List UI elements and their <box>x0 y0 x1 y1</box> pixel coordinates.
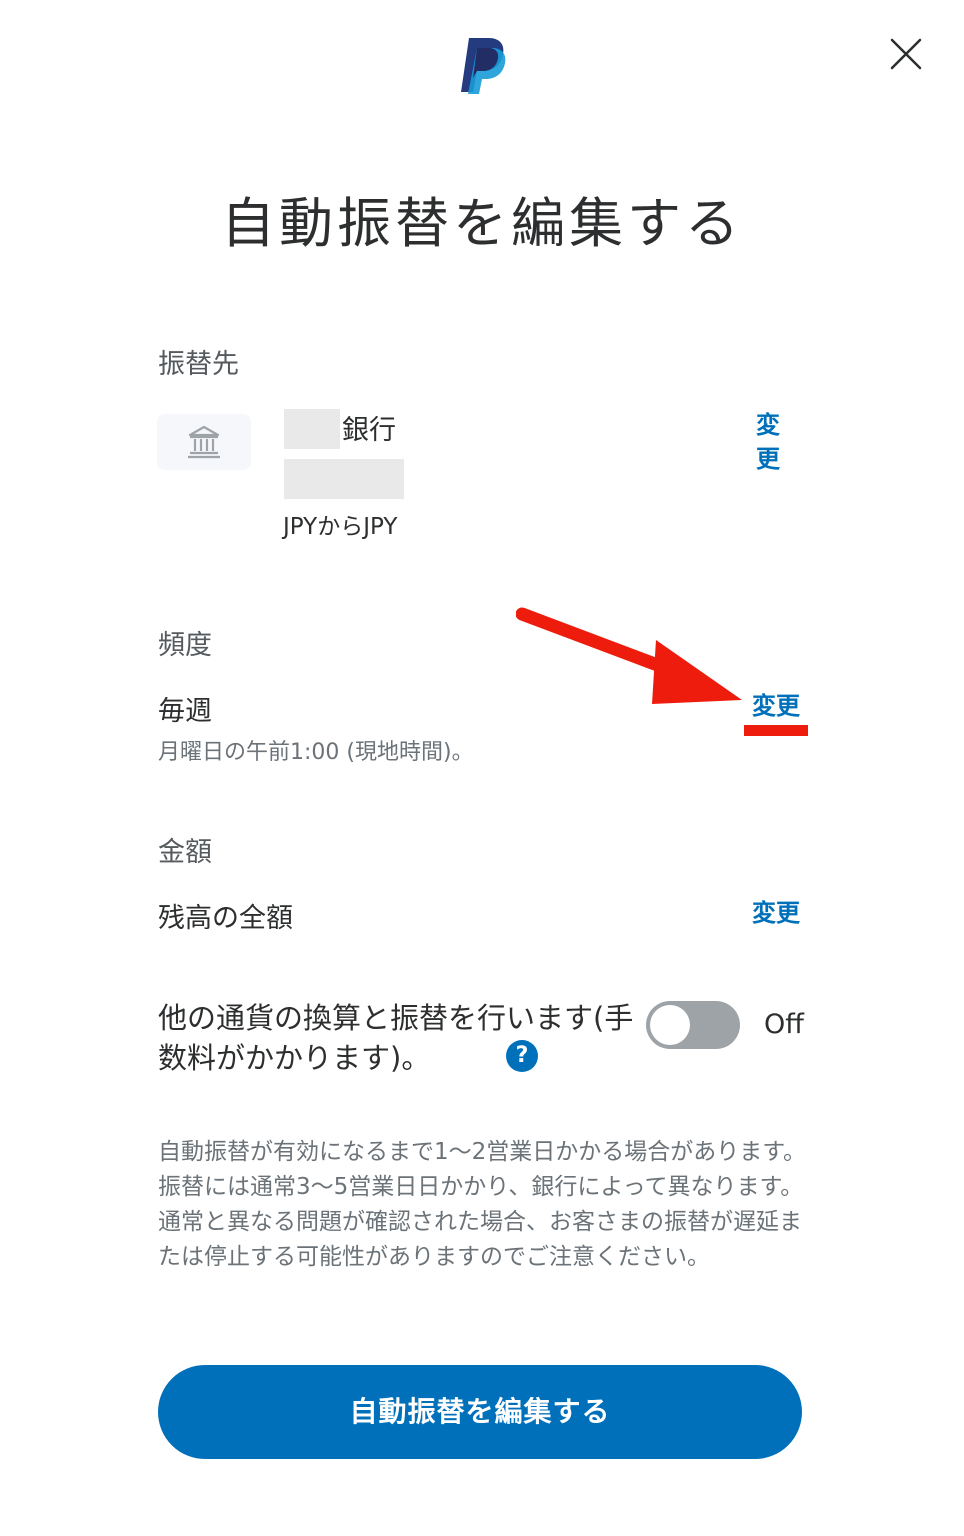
frequency-detail: 月曜日の午前1:00 (現地時間)。 <box>158 740 474 765</box>
bank-icon-container <box>157 414 251 470</box>
change-frequency-link[interactable]: 変更 <box>752 690 800 722</box>
page-title: 自動振替を編集する <box>221 192 743 255</box>
close-icon[interactable] <box>884 32 928 76</box>
convert-description: 他の通貨の換算と振替を行います(手数料がかかります)。 <box>158 1001 634 1075</box>
toggle-state-label: Off <box>764 1009 804 1040</box>
change-amount-link[interactable]: 変更 <box>752 897 800 929</box>
annotation-underline <box>744 725 808 736</box>
convert-toggle[interactable] <box>646 1001 740 1049</box>
paypal-logo-icon <box>461 38 506 94</box>
amount-label: 金額 <box>158 837 212 868</box>
frequency-label: 頻度 <box>158 630 212 661</box>
edit-auto-transfer-button[interactable]: 自動振替を編集する <box>158 1365 802 1459</box>
change-destination-link[interactable]: 変更 <box>754 408 782 476</box>
bank-icon <box>188 425 220 459</box>
redacted-account-number <box>284 459 404 499</box>
destination-label: 振替先 <box>158 349 239 380</box>
redacted-bank-prefix <box>284 409 340 449</box>
change-destination-label: 変更 <box>756 411 780 473</box>
bank-name: 銀行 <box>342 415 396 446</box>
toggle-knob <box>650 1005 690 1045</box>
notice-text: 自動振替が有効になるまで1〜2営業日かかる場合があります。振替には通常3〜5営業… <box>158 1139 806 1270</box>
frequency-value: 毎週 <box>158 696 212 727</box>
annotation-arrow-icon <box>516 607 742 704</box>
amount-value: 残高の全額 <box>158 903 293 934</box>
question-icon[interactable]: ? <box>506 1040 538 1072</box>
currency-pair: JPYからJPY <box>283 514 398 540</box>
